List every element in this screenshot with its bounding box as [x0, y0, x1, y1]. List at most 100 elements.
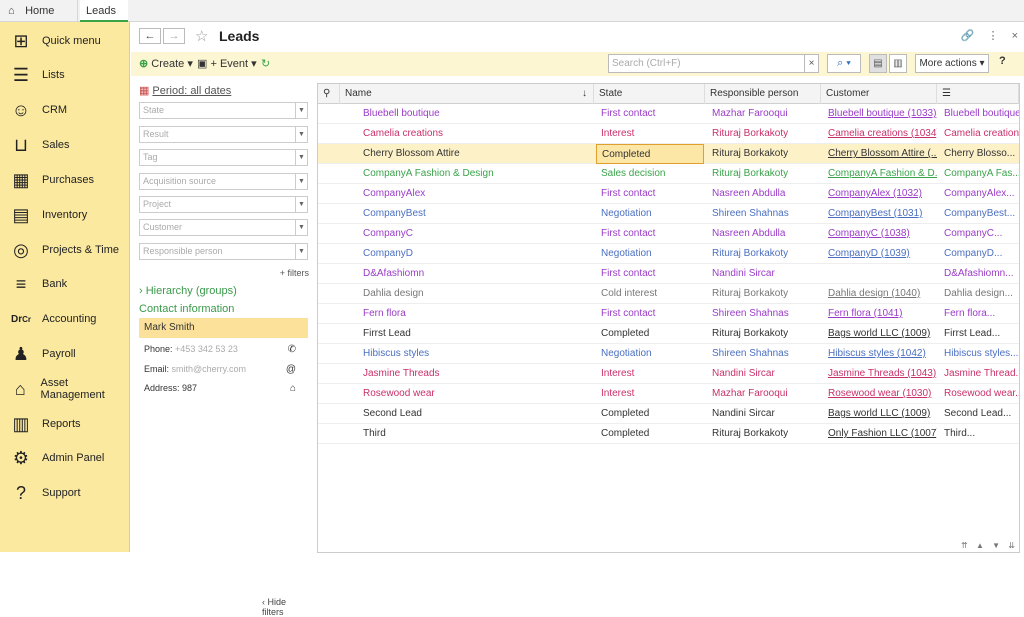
- view-columns-button[interactable]: ▥: [889, 54, 907, 73]
- sidebar-item-support[interactable]: ? Support: [0, 476, 130, 510]
- next-page-icon[interactable]: ▼: [992, 541, 1000, 550]
- hide-filters-button[interactable]: ‹ Hide filters: [262, 597, 309, 617]
- chevron-down-icon[interactable]: ▼: [295, 220, 307, 235]
- chevron-down-icon[interactable]: ▼: [295, 103, 307, 118]
- home-icon[interactable]: ⌂: [290, 383, 296, 394]
- table-row[interactable]: CompanyA Fashion & Design Sales decision R…: [318, 164, 1019, 184]
- forward-button[interactable]: →: [163, 28, 185, 44]
- table-row[interactable]: Rosewood wear Interest Mazhar Farooqui Rose…: [318, 384, 1019, 404]
- table-row[interactable]: Camelia creations Interest Rituraj Borkako…: [318, 124, 1019, 144]
- chevron-down-icon[interactable]: ▼: [295, 174, 307, 189]
- search-button[interactable]: ⌕ ▾: [827, 54, 861, 73]
- sidebar-item-admin-panel[interactable]: ⚙ Admin Panel: [0, 441, 130, 475]
- contact-name[interactable]: Mark Smith: [139, 318, 308, 338]
- result-field[interactable]: Result ▼: [139, 126, 308, 143]
- project-field[interactable]: Project ▼: [139, 196, 308, 213]
- cell-customer[interactable]: CompanyBest (1031): [823, 204, 937, 224]
- hierarchy-toggle[interactable]: › Hierarchy (groups): [139, 285, 237, 297]
- paperclip-icon[interactable]: ⚲: [318, 84, 340, 104]
- column-responsible-person[interactable]: Responsible person: [705, 84, 821, 104]
- table-row[interactable]: Hibiscus styles Negotiation Shireen Shahna…: [318, 344, 1019, 364]
- chevron-down-icon[interactable]: ▼: [295, 244, 307, 259]
- cell-customer[interactable]: CompanyC (1038): [823, 224, 937, 244]
- table-row[interactable]: Bluebell boutique First contact Mazhar Far…: [318, 104, 1019, 124]
- cell-customer[interactable]: CompanyA Fashion & D...: [823, 164, 937, 184]
- search-input[interactable]: Search (Ctrl+F): [608, 54, 805, 73]
- table-row[interactable]: CompanyAlex First contact Nasreen Abdulla C…: [318, 184, 1019, 204]
- cell-customer[interactable]: [823, 264, 937, 284]
- sidebar-item-projects-time[interactable]: ◎ Projects & Time: [0, 233, 130, 267]
- more-vertical-icon[interactable]: ⋮: [988, 30, 999, 42]
- back-button[interactable]: ←: [139, 28, 161, 44]
- first-page-icon[interactable]: ⇈: [961, 541, 968, 550]
- chevron-down-icon[interactable]: ▼: [295, 150, 307, 165]
- table-row[interactable]: Second Lead Completed Nandini Sircar Bags w…: [318, 404, 1019, 424]
- chevron-down-icon[interactable]: ▼: [295, 197, 307, 212]
- favorite-star-icon[interactable]: ☆: [195, 27, 208, 45]
- more-actions-button[interactable]: More actions ▾: [915, 54, 989, 73]
- table-row[interactable]: Cherry Blossom Attire Completed Rituraj Bo…: [318, 144, 1019, 164]
- link-icon[interactable]: 🔗: [961, 30, 975, 42]
- responsible-person-field[interactable]: Responsible person ▼: [139, 243, 308, 260]
- table-row[interactable]: CompanyC First contact Nasreen Abdulla Comp…: [318, 224, 1019, 244]
- view-list-button[interactable]: ▤: [869, 54, 887, 73]
- cell-customer[interactable]: Hibiscus styles (1042): [823, 344, 937, 364]
- cell-customer[interactable]: Camelia creations (1034): [823, 124, 937, 144]
- add-event-button[interactable]: ▣ + Event ▾: [197, 55, 257, 73]
- sidebar-item-accounting[interactable]: Dr Cr Accounting: [0, 302, 130, 336]
- customer-field[interactable]: Customer ▼: [139, 219, 308, 236]
- acquisition-source-field[interactable]: Acquisition source ▼: [139, 173, 308, 190]
- cell-customer[interactable]: Bags world LLC (1009): [823, 324, 937, 344]
- search-clear-button[interactable]: ×: [805, 54, 819, 73]
- cell-description: Bluebell boutique...: [944, 108, 1019, 119]
- refresh-icon[interactable]: ↻: [261, 55, 270, 73]
- cell-customer[interactable]: Bags world LLC (1009): [823, 404, 937, 424]
- sidebar-item-lists[interactable]: ☰ Lists: [0, 58, 130, 92]
- column-settings-icon[interactable]: ☰: [937, 84, 1019, 104]
- cell-customer[interactable]: Rosewood wear (1030): [823, 384, 937, 404]
- table-row[interactable]: CompanyBest Negotiation Shireen Shahnas Com…: [318, 204, 1019, 224]
- row-marker-icon: [318, 164, 347, 184]
- chevron-down-icon[interactable]: ▼: [295, 127, 307, 142]
- last-page-icon[interactable]: ⇊: [1008, 541, 1015, 550]
- tab-home[interactable]: ⌂ Home page: [0, 0, 78, 39]
- period-filter[interactable]: ▦ Period: all dates: [139, 84, 231, 97]
- create-button[interactable]: ⊕ Create ▾: [139, 55, 193, 73]
- table-row[interactable]: Fern flora First contact Shireen Shahnas Fe…: [318, 304, 1019, 324]
- sidebar-item-bank[interactable]: ≡ Bank: [0, 267, 130, 301]
- table-row[interactable]: CompanyD Negotiation Rituraj Borkakoty Comp…: [318, 244, 1019, 264]
- cell-customer[interactable]: Dahlia design (1040): [823, 284, 937, 304]
- column-name[interactable]: Name ↓: [340, 84, 594, 104]
- sidebar-item-purchases[interactable]: ▦ Purchases: [0, 163, 130, 197]
- table-row[interactable]: Third Completed Rituraj Borkakoty Only Fash…: [318, 424, 1019, 444]
- column-state[interactable]: State: [594, 84, 705, 104]
- cell-customer[interactable]: Bluebell boutique (1033): [823, 104, 937, 124]
- sidebar-item-payroll[interactable]: ♟ Payroll: [0, 337, 130, 371]
- phone-icon[interactable]: ✆: [288, 344, 296, 355]
- cell-customer[interactable]: Jasmine Threads (1043): [823, 364, 937, 384]
- close-window-icon[interactable]: ×: [1012, 30, 1018, 42]
- sidebar-item-reports[interactable]: ▥ Reports: [0, 407, 130, 441]
- cell-customer[interactable]: Cherry Blossom Attire (...: [823, 144, 937, 164]
- sidebar-item-quick-menu[interactable]: ⊞ Quick menu: [0, 24, 130, 58]
- sidebar-item-crm[interactable]: ☺ CRM: [0, 93, 130, 127]
- cell-customer[interactable]: CompanyAlex (1032): [823, 184, 937, 204]
- table-row[interactable]: Jasmine Threads Interest Nandini Sircar Jas…: [318, 364, 1019, 384]
- cell-customer[interactable]: Fern flora (1041): [823, 304, 937, 324]
- sidebar-item-sales[interactable]: ⊔ Sales: [0, 128, 130, 162]
- cell-customer[interactable]: CompanyD (1039): [823, 244, 937, 264]
- help-button[interactable]: ?: [999, 55, 1006, 67]
- sidebar-item-asset-management[interactable]: ⌂ Asset Management: [0, 372, 130, 406]
- tag-field[interactable]: Tag ▼: [139, 149, 308, 166]
- column-customer[interactable]: Customer: [821, 84, 937, 104]
- table-row[interactable]: Dahlia design Cold interest Rituraj Borkak…: [318, 284, 1019, 304]
- table-row[interactable]: D&Afashiomn First contact Nandini Sircar D&…: [318, 264, 1019, 284]
- sidebar-item-inventory[interactable]: ▤ Inventory: [0, 198, 130, 232]
- prev-page-icon[interactable]: ▲: [976, 541, 984, 550]
- add-filters-link[interactable]: + filters: [280, 268, 309, 278]
- state-field[interactable]: State ▼: [139, 102, 308, 119]
- table-row[interactable]: Firrst Lead Completed Rituraj Borkakoty Bag…: [318, 324, 1019, 344]
- cell-customer[interactable]: Only Fashion LLC (1007): [823, 424, 937, 444]
- tab-leads[interactable]: Leads ×: [80, 0, 128, 39]
- at-icon[interactable]: @: [286, 364, 296, 375]
